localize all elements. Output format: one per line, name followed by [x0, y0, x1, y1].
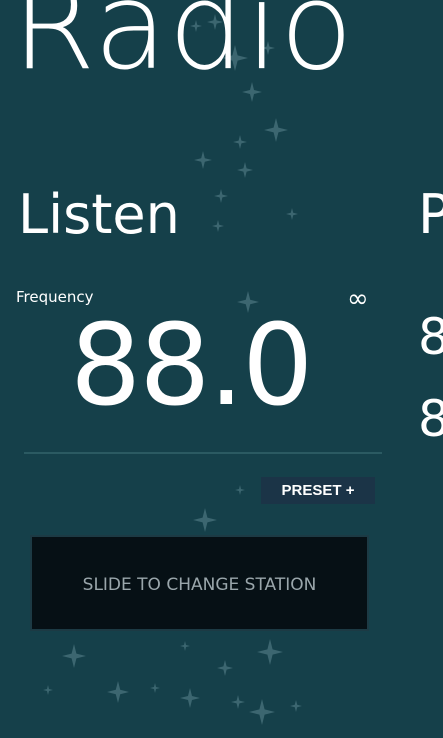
add-preset-button[interactable]: PRESET +: [261, 477, 375, 504]
divider: [24, 452, 382, 454]
frequency-value: 88.0: [70, 301, 313, 431]
app-title: Radio: [12, 0, 355, 97]
change-station-slider[interactable]: SLIDE TO CHANGE STATION: [30, 535, 369, 631]
slider-label: SLIDE TO CHANGE STATION: [82, 575, 317, 595]
next-pane-peek-value: 8: [418, 308, 443, 366]
pivot-header-next-peek[interactable]: P: [418, 188, 443, 242]
next-pane-peek-value: 8: [418, 390, 443, 448]
pivot-header-listen[interactable]: Listen: [18, 188, 180, 242]
infinity-icon: ∞: [347, 284, 369, 314]
